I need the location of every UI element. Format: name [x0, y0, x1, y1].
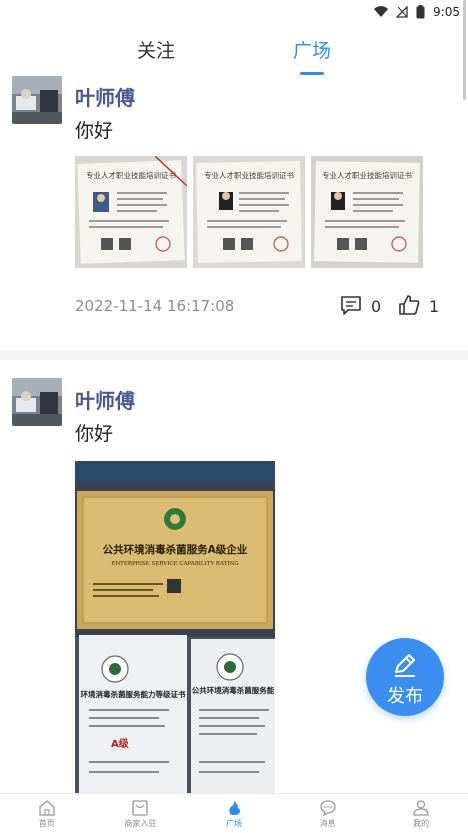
nav-message[interactable]: 消息	[281, 794, 375, 833]
certificate-heading: 公共环境消毒杀菌服务A级企业	[103, 543, 248, 556]
signal-icon	[396, 6, 408, 18]
certificate-subtitle: ENTERPRISE SERVICE CAPABILITY RATING	[111, 561, 238, 567]
nav-square-label: 广场	[225, 819, 242, 828]
home-icon	[39, 800, 55, 816]
comment-icon[interactable]	[340, 294, 362, 316]
certificate-image[interactable]: 专业人才职业技能培训证书	[75, 156, 187, 268]
like-icon[interactable]	[398, 294, 420, 316]
nav-merchant[interactable]: 商家入驻	[94, 794, 188, 833]
tab-square[interactable]: 广场	[293, 36, 331, 63]
certificate-image[interactable]: 专业人才职业技能培训证书	[193, 156, 305, 268]
nav-home[interactable]: 首页	[0, 794, 94, 833]
post-author[interactable]: 叶师傅	[75, 82, 135, 111]
post-content: 你好	[75, 423, 114, 445]
post-author[interactable]: 叶师傅	[75, 385, 135, 414]
nav-profile-label: 我的	[413, 819, 430, 828]
comment-count: 0	[371, 297, 382, 316]
like-count: 1	[429, 297, 440, 316]
certificate-grade: A级	[111, 737, 130, 750]
publish-button[interactable]: 发布	[366, 638, 444, 716]
certificate-title: 专业人才职业技能培训证书	[322, 170, 412, 180]
top-tabs: 关注 广场	[0, 24, 468, 76]
nav-home-label: 首页	[38, 819, 55, 828]
shop-icon	[132, 800, 149, 816]
message-icon	[319, 800, 336, 816]
active-tab-indicator	[300, 72, 324, 75]
certificate-photo[interactable]: 公共环境消毒杀菌服务A级企业 ENTERPRISE SERVICE CAPABI…	[75, 461, 275, 793]
nav-merchant-label: 商家入驻	[124, 819, 157, 828]
post-images: 专业人才职业技能培训证书 专业人才职业技能培训证书 专业人才职业技能培训证书	[75, 156, 423, 268]
status-time: 9:05	[433, 5, 460, 19]
certificate-title: 专业人才职业技能培训证书	[204, 170, 294, 180]
certificate-left-title: 环境消毒杀菌服务能力等级证书	[81, 689, 186, 699]
avatar[interactable]	[12, 76, 62, 124]
nav-square[interactable]: 广场	[187, 794, 281, 833]
bottom-nav: 首页 商家入驻 广场 消息 我的	[0, 793, 468, 833]
certificate-title: 专业人才职业技能培训证书	[86, 170, 176, 180]
status-bar: 9:05	[0, 0, 468, 24]
post-time: 2022-11-14 16:17:08	[75, 297, 235, 315]
pencil-icon	[395, 654, 415, 677]
nav-profile[interactable]: 我的	[374, 794, 468, 833]
wifi-icon	[374, 6, 389, 18]
post-divider	[0, 350, 468, 360]
certificate-image[interactable]: 专业人才职业技能培训证书	[311, 156, 423, 268]
avatar[interactable]	[12, 378, 62, 426]
post-content: 你好	[75, 120, 114, 142]
publish-label: 发布	[387, 686, 423, 707]
tab-follow[interactable]: 关注	[137, 36, 175, 63]
battery-icon	[416, 5, 425, 19]
profile-icon	[413, 800, 429, 816]
nav-message-label: 消息	[319, 819, 336, 828]
certificate-right-title: 公共环境消毒杀菌服务能	[192, 685, 275, 695]
post-card[interactable]: 叶师傅 你好 专业人才职业技能培训证书 专业人才职业技能培训证书 专业人才职业技…	[0, 76, 468, 350]
post-card[interactable]: 叶师傅 你好 公共环境消毒杀菌服务A级企业 ENTERPRISE SERVICE…	[0, 360, 468, 793]
square-icon	[229, 801, 240, 815]
